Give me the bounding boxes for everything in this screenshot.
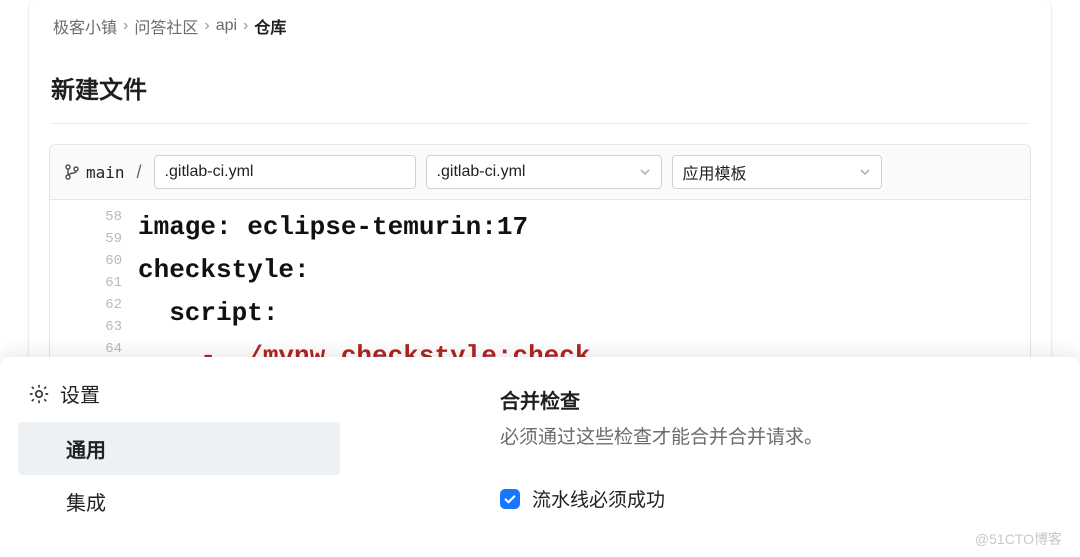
breadcrumb: 极客小镇 › 问答社区 › api › 仓库	[29, 12, 1051, 48]
branch-icon	[64, 164, 80, 180]
branch-selector[interactable]: main	[64, 163, 125, 182]
chevron-down-icon	[639, 166, 651, 178]
breadcrumb-project[interactable]: 问答社区	[134, 14, 198, 38]
merge-check-title: 合并检查	[500, 385, 1040, 414]
path-separator: /	[135, 162, 144, 183]
filename-input[interactable]	[154, 155, 416, 189]
line-number: 61	[50, 272, 122, 294]
line-number: 60	[50, 250, 122, 272]
settings-sidebar: 设置 通用集成	[0, 357, 340, 557]
settings-item-1[interactable]: 集成	[18, 475, 340, 528]
template-selected-label: 应用模板	[683, 160, 747, 184]
settings-label: 设置	[60, 379, 100, 408]
line-number: 58	[50, 206, 122, 228]
watermark: @51CTO博客	[975, 529, 1062, 549]
settings-item-0[interactable]: 通用	[18, 422, 340, 475]
breadcrumb-sep-icon: ›	[243, 17, 248, 35]
line-number: 63	[50, 316, 122, 338]
settings-overlay: 设置 通用集成 合并检查 必须通过这些检查才能合并合并请求。 流水线必须成功	[0, 357, 1080, 557]
code-line[interactable]: script:	[138, 292, 590, 335]
merge-check-desc: 必须通过这些检查才能合并合并请求。	[500, 422, 1040, 449]
branch-name: main	[86, 163, 125, 182]
checkbox-checked[interactable]	[500, 489, 520, 509]
check-icon	[503, 492, 517, 506]
breadcrumb-sep-icon: ›	[204, 17, 209, 35]
page-title: 新建文件	[51, 48, 1029, 124]
file-type-selected-label: .gitlab-ci.yml	[437, 163, 526, 181]
breadcrumb-current: 仓库	[254, 14, 286, 38]
breadcrumb-sep-icon: ›	[123, 17, 128, 35]
chevron-down-icon	[859, 166, 871, 178]
template-select[interactable]: 应用模板	[672, 155, 882, 189]
line-number: 62	[50, 294, 122, 316]
breadcrumb-subproject[interactable]: api	[216, 17, 237, 35]
breadcrumb-group[interactable]: 极客小镇	[53, 14, 117, 38]
code-line[interactable]: image: eclipse-temurin:17	[138, 206, 590, 249]
gear-icon	[28, 383, 50, 405]
settings-header[interactable]: 设置	[18, 375, 340, 422]
editor-toolbar: main / .gitlab-ci.yml 应用模板	[50, 145, 1030, 200]
pipeline-success-checkbox-row[interactable]: 流水线必须成功	[500, 485, 1040, 512]
file-type-select[interactable]: .gitlab-ci.yml	[426, 155, 662, 189]
pipeline-success-label: 流水线必须成功	[532, 485, 665, 512]
code-line[interactable]: checkstyle:	[138, 249, 590, 292]
settings-pane: 合并检查 必须通过这些检查才能合并合并请求。 流水线必须成功	[340, 357, 1080, 557]
line-number: 59	[50, 228, 122, 250]
